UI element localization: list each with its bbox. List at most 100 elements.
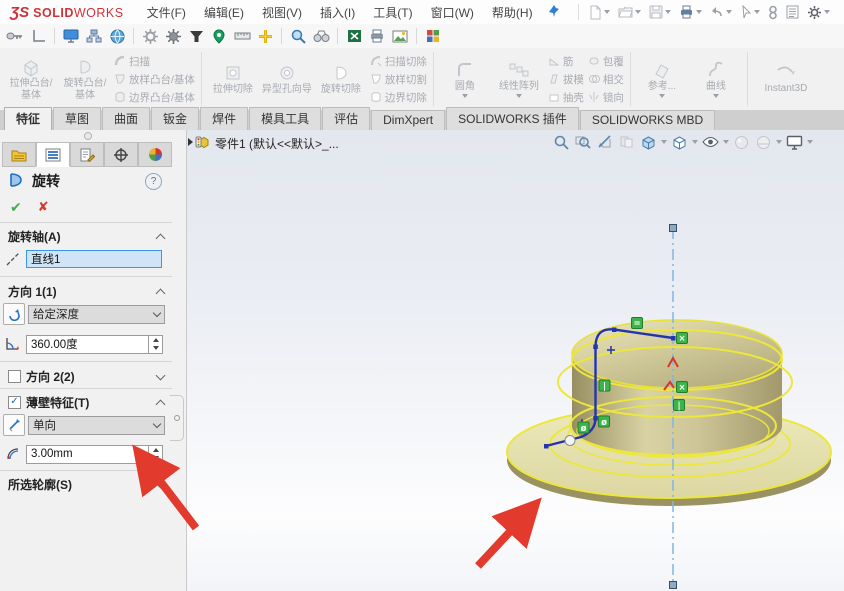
wrap-button[interactable]: 包覆 [588,54,624,69]
axis-handle-top[interactable] [670,225,677,232]
thin-direction-icon[interactable] [3,414,25,436]
filter-funnel-icon[interactable] [187,27,205,45]
save-icon[interactable] [646,4,674,20]
corner-sketch-icon[interactable] [29,27,47,45]
tab-sheet-metal[interactable]: 钣金 [151,107,199,130]
dropdown-arrow[interactable] [659,94,665,98]
axis-section-header[interactable]: 旋转轴(A) [0,227,172,245]
dropdown-arrow[interactable] [516,94,522,98]
graphics-viewport[interactable]: 零件1 (默认<<默认>_... [187,130,844,591]
tab-sw-mbd[interactable]: SOLIDWORKS MBD [580,110,715,130]
dropdown-arrow[interactable] [713,94,719,98]
tab-weldments[interactable]: 焊件 [200,107,248,130]
panel-scroll-strip[interactable] [172,130,187,591]
thickness-value[interactable]: 3.00mm [27,446,148,463]
dropdown-arrow[interactable] [462,94,468,98]
new-document-icon[interactable] [585,4,613,21]
reverse-direction-icon[interactable] [3,303,25,325]
swept-cut-button[interactable]: 扫描切除 [370,54,427,69]
tab-sketch[interactable]: 草图 [53,107,101,130]
collapse-icon[interactable] [156,233,166,243]
thickness-spinner[interactable]: 3.00mm [26,445,163,464]
zoom-magnifier-icon[interactable] [289,27,307,45]
selected-contours-section-header[interactable]: 所选轮廓(S) [0,475,172,493]
menu-file[interactable]: 文件(F) [138,4,195,21]
tab-sw-addins[interactable]: SOLIDWORKS 插件 [446,107,579,130]
spinner-buttons[interactable] [148,446,162,463]
fastener-icon[interactable] [6,27,24,45]
lofted-cut-button[interactable]: 放样切割 [370,72,427,87]
extruded-boss-button[interactable]: 拉伸凸台/基体 [6,57,56,101]
windows-tile-icon[interactable] [424,27,442,45]
ok-button[interactable]: ✔ [10,199,22,216]
select-cursor-icon[interactable] [737,4,763,20]
reference-geometry-button[interactable]: 参考... [637,60,687,98]
model-crown[interactable] [558,320,792,457]
intersect-button[interactable]: 相交 [588,72,624,87]
display-screen-icon[interactable] [62,27,80,45]
angle-value[interactable]: 360.00度 [27,336,148,353]
panel-resize-handle[interactable] [84,132,92,140]
menu-window[interactable]: 窗口(W) [422,4,483,21]
dimxpertmanager-tab[interactable] [104,142,138,167]
menu-edit[interactable]: 编辑(E) [195,4,253,21]
propertymanager-tab[interactable] [36,142,70,167]
extruded-cut-button[interactable]: 拉伸切除 [208,63,258,96]
revolved-boss-button[interactable]: 旋转凸台/基体 [60,57,110,101]
displaymanager-tab[interactable] [138,142,172,167]
direction2-checkbox[interactable] [8,370,21,383]
tab-surfaces[interactable]: 曲面 [102,107,150,130]
tab-mold-tools[interactable]: 模具工具 [249,107,321,130]
fillet-button[interactable]: 圆角 [440,60,490,98]
axis-handle-bottom[interactable] [670,582,677,589]
print-preview-icon[interactable] [368,27,386,45]
instant3d-button[interactable]: Instant3D [754,64,818,95]
direction1-section-header[interactable]: 方向 1(1) [0,282,172,300]
end-condition-dropdown[interactable]: 给定深度 [28,305,165,324]
thin-feature-section-header[interactable]: ✓ 薄壁特征(T) [0,393,172,411]
image-capture-icon[interactable] [391,27,409,45]
undo-icon[interactable] [707,5,735,20]
expand-icon[interactable] [156,478,166,488]
menu-view[interactable]: 视图(V) [253,4,311,21]
featuremanager-tab[interactable] [2,142,36,167]
move-cross-icon[interactable] [256,27,274,45]
location-pin-icon[interactable] [210,27,228,45]
boundary-cut-button[interactable]: 边界切除 [370,90,427,105]
tab-dimxpert[interactable]: DimXpert [371,110,445,130]
expand-icon[interactable] [156,370,166,380]
gear-icon[interactable] [141,27,159,45]
search-binoculars-icon[interactable] [312,27,330,45]
direction2-section-header[interactable]: 方向 2(2) [0,367,172,385]
draft-button[interactable]: 拔模 [548,72,584,87]
advanced-gear-icon[interactable] [164,27,182,45]
axis-selection-field[interactable]: 直线1 [26,250,162,268]
angle-spinner[interactable]: 360.00度 [26,335,163,354]
model-canvas[interactable]: = × × | | ø ø [187,130,844,591]
web-globe-icon[interactable] [108,27,126,45]
lofted-boss-button[interactable]: 放样凸台/基体 [114,72,195,87]
measure-ruler-icon[interactable] [233,27,251,45]
assembly-tree-icon[interactable] [85,27,103,45]
menu-help[interactable]: 帮助(H) [483,4,542,21]
swept-boss-button[interactable]: 扫描 [114,54,195,69]
file-properties-icon[interactable] [783,4,802,20]
mirror-button[interactable]: 镜向 [588,90,624,105]
thin-feature-checkbox[interactable]: ✓ [8,396,21,409]
tab-evaluate[interactable]: 评估 [322,107,370,130]
menu-tools[interactable]: 工具(T) [364,4,421,21]
collapse-icon[interactable] [156,288,166,298]
sketch-fillet-point[interactable] [565,436,575,446]
print-icon[interactable] [676,4,705,20]
help-icon[interactable]: ? [145,173,162,190]
cancel-button[interactable]: ✘ [38,199,49,215]
export-excel-icon[interactable] [345,27,363,45]
panel-flyout-tab[interactable] [170,395,184,441]
spinner-buttons[interactable] [148,336,162,353]
collapse-icon[interactable] [156,399,166,409]
shell-button[interactable]: 抽壳 [548,90,584,105]
rebuild-icon[interactable] [765,4,781,21]
open-icon[interactable] [615,4,644,20]
configurationmanager-tab[interactable] [70,142,104,167]
hole-wizard-button[interactable]: 异型孔向导 [262,63,312,96]
